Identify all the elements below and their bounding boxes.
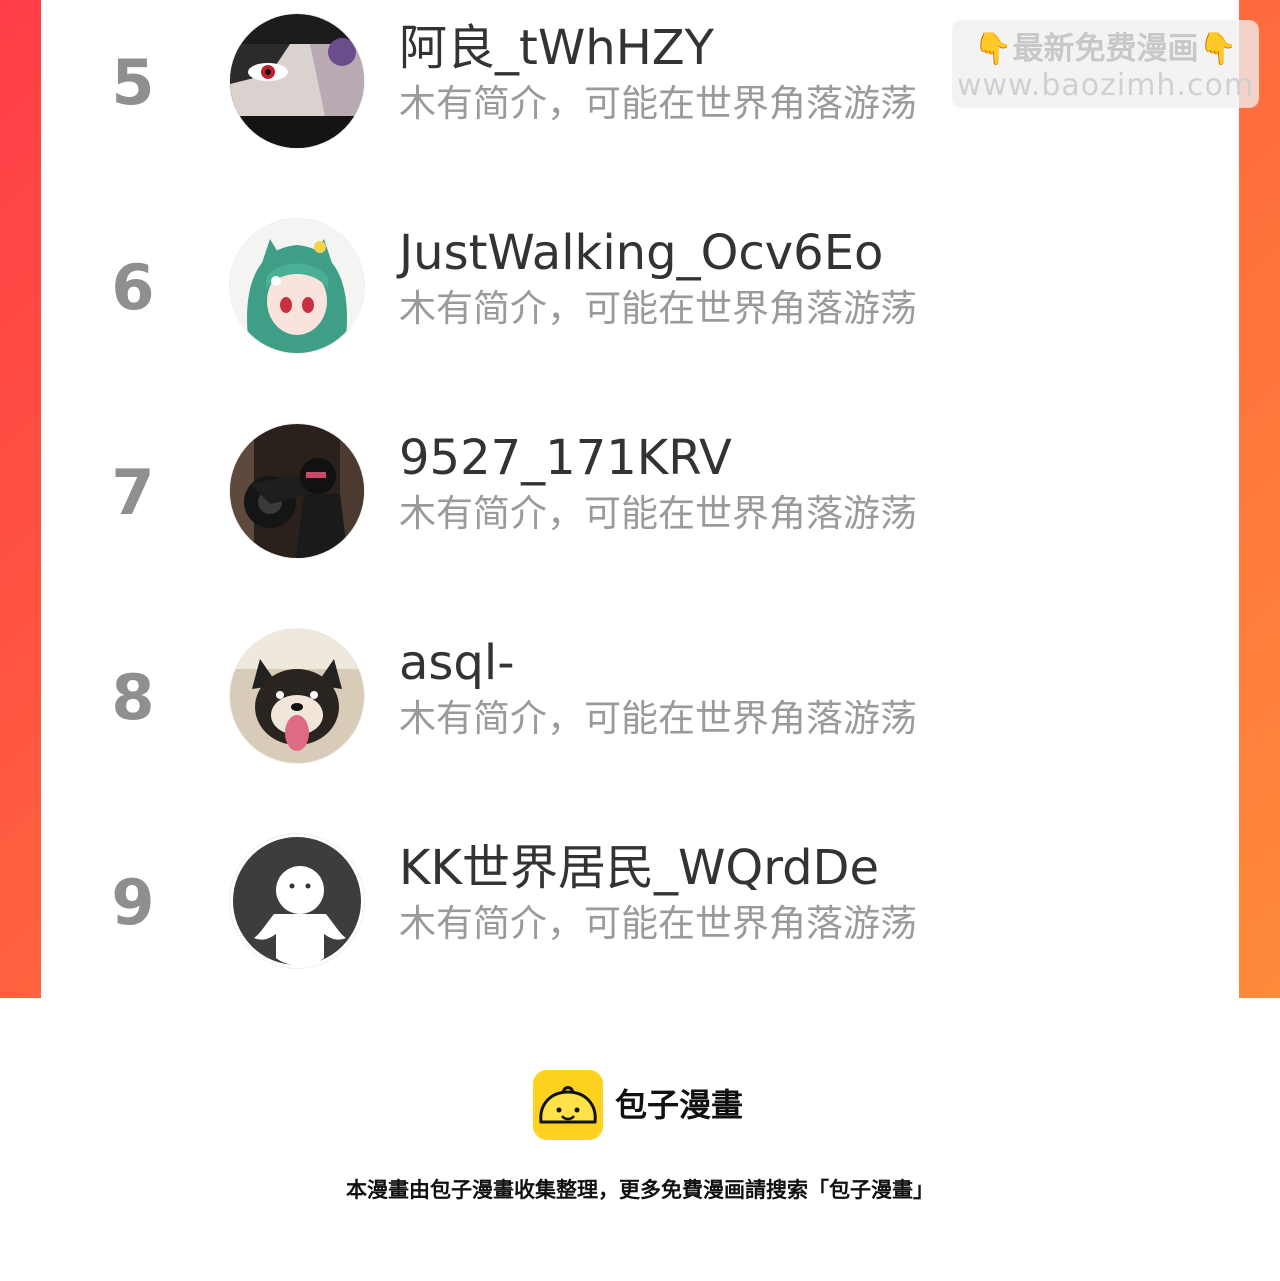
default-ghost-avatar-icon[interactable]	[230, 834, 364, 968]
ranking-panel: 5 阿良_tWhHZY 木有简介，可能在世界角落游荡 6 JustWalking…	[41, 0, 1239, 998]
watermark-url: www.baozimh.com	[956, 68, 1255, 103]
ranking-frame: 5 阿良_tWhHZY 木有简介，可能在世界角落游荡 6 JustWalking…	[0, 0, 1280, 998]
motorcycle-rider-avatar-icon[interactable]	[230, 424, 364, 558]
brand-name: 包子漫畫	[615, 1086, 744, 1124]
user-bio: 木有简介，可能在世界角落游荡	[399, 902, 917, 945]
ranking-row[interactable]: 6 JustWalking_Ocv6Eo 木有简介，可能在世界角落游荡	[41, 205, 1239, 353]
user-name[interactable]: KK世界居民_WQrdDe	[399, 838, 879, 898]
anime-eye-avatar-icon[interactable]	[230, 14, 364, 148]
user-name[interactable]: 阿良_tWhHZY	[399, 18, 714, 78]
baozi-bun-logo-icon	[533, 1070, 603, 1140]
ranking-row[interactable]: 9 KK世界居民_WQrdDe 木有简介，可能在世界角落游荡	[41, 820, 1239, 968]
ranking-row[interactable]: 8 asql- 木有简介，可能在世界角落游荡	[41, 615, 1239, 763]
user-bio: 木有简介，可能在世界角落游荡	[399, 492, 917, 535]
rank-number: 6	[111, 251, 155, 324]
rank-number: 5	[111, 46, 155, 119]
site-watermark: 👇最新免费漫画👇 www.baozimh.com	[952, 20, 1259, 108]
user-name[interactable]: 9527_171KRV	[399, 428, 732, 488]
green-hair-girl-avatar-icon[interactable]	[230, 219, 364, 353]
rank-number: 8	[111, 661, 155, 734]
rank-number: 9	[111, 866, 155, 939]
pointing-down-icon: 👇	[1198, 31, 1238, 67]
footer-note: 本漫畫由包子漫畫收集整理，更多免費漫画請搜索「包子漫畫」	[346, 1178, 934, 1202]
user-name[interactable]: asql-	[399, 633, 515, 693]
watermark-title: 最新免费漫画	[1012, 31, 1199, 67]
rank-number: 7	[111, 456, 155, 529]
dog-tongue-avatar-icon[interactable]	[230, 629, 364, 763]
user-bio: 木有简介，可能在世界角落游荡	[399, 82, 917, 125]
user-bio: 木有简介，可能在世界角落游荡	[399, 697, 917, 740]
user-name[interactable]: JustWalking_Ocv6Eo	[399, 223, 883, 283]
pointing-down-icon: 👇	[973, 31, 1013, 67]
user-bio: 木有简介，可能在世界角落游荡	[399, 287, 917, 330]
ranking-row[interactable]: 7 9527_171KRV 木有简介，可能在世界角落游荡	[41, 410, 1239, 558]
